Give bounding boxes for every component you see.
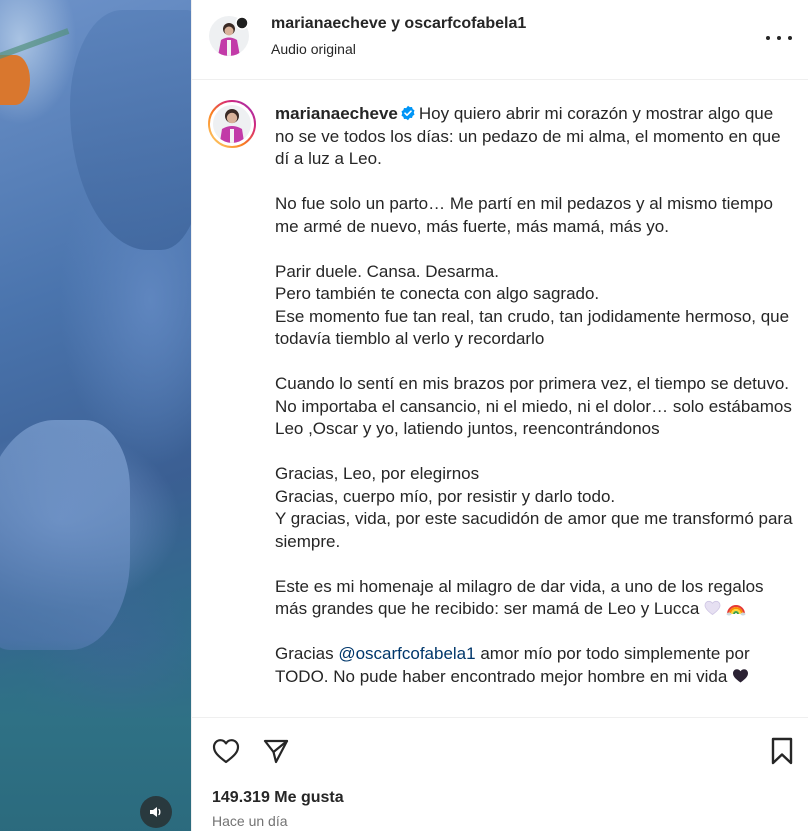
more-icon-dot	[788, 36, 792, 40]
media-fold	[70, 10, 191, 250]
post-media[interactable]	[0, 0, 191, 831]
sound-toggle-button[interactable]	[140, 796, 172, 828]
bookmark-icon	[771, 737, 793, 765]
caption-homage: Este es mi homenaje al milagro de dar vi…	[275, 576, 764, 619]
avatar[interactable]	[209, 16, 249, 56]
post-caption: marianaecheve Hoy quiero abrir mi corazó…	[275, 103, 795, 711]
rainbow-icon	[726, 605, 746, 616]
share-icon	[263, 739, 289, 764]
caption-username[interactable]: marianaecheve	[275, 104, 398, 123]
mention-link[interactable]: @oscarfcofabela1	[338, 644, 475, 663]
post-timestamp[interactable]: Hace un día	[212, 813, 288, 829]
caption-paragraph: No fue solo un parto… Me partí en mil pe…	[275, 194, 773, 236]
caption-thanks-prefix: Gracias	[275, 644, 334, 663]
heart-icon	[212, 739, 240, 764]
caption-thanks-paragraph: Gracias @oscarfcofabela1 amor mío por to…	[275, 643, 795, 688]
caption-paragraph: Cuando lo sentí en mis brazos por primer…	[275, 374, 792, 438]
white-heart-icon	[704, 600, 721, 615]
caption-homage-paragraph: Este es mi homenaje al milagro de dar vi…	[275, 576, 795, 621]
more-icon-dot	[777, 36, 781, 40]
share-button[interactable]	[260, 735, 292, 767]
post-owner-names[interactable]: marianaecheve y oscarfcofabela1	[271, 15, 526, 33]
caption-first-paragraph: marianaecheve Hoy quiero abrir mi corazó…	[275, 103, 795, 171]
save-button[interactable]	[766, 735, 798, 767]
post-panel: marianaecheve y oscarfcofabela1 Audio or…	[191, 0, 808, 831]
sound-icon	[150, 807, 161, 817]
like-count[interactable]: 149.319 Me gusta	[212, 789, 344, 807]
more-options-button[interactable]	[766, 26, 792, 50]
caption-scroll-area[interactable]: marianaecheve Hoy quiero abrir mi corazó…	[192, 81, 808, 717]
media-fold	[0, 420, 130, 650]
post-actions: 149.319 Me gusta Hace un día	[192, 717, 808, 831]
audio-label[interactable]: Audio original	[271, 41, 356, 57]
like-button[interactable]	[210, 735, 242, 767]
post-header: marianaecheve y oscarfcofabela1 Audio or…	[192, 0, 808, 80]
verified-icon	[401, 105, 415, 121]
caption-paragraph: Parir duele. Cansa. Desarma. Pero tambié…	[275, 261, 790, 349]
avatar[interactable]	[208, 100, 256, 148]
caption-paragraph: Gracias, Leo, por elegirnos Gracias, cue…	[275, 464, 793, 551]
black-heart-icon	[733, 668, 749, 682]
more-icon	[766, 36, 770, 40]
